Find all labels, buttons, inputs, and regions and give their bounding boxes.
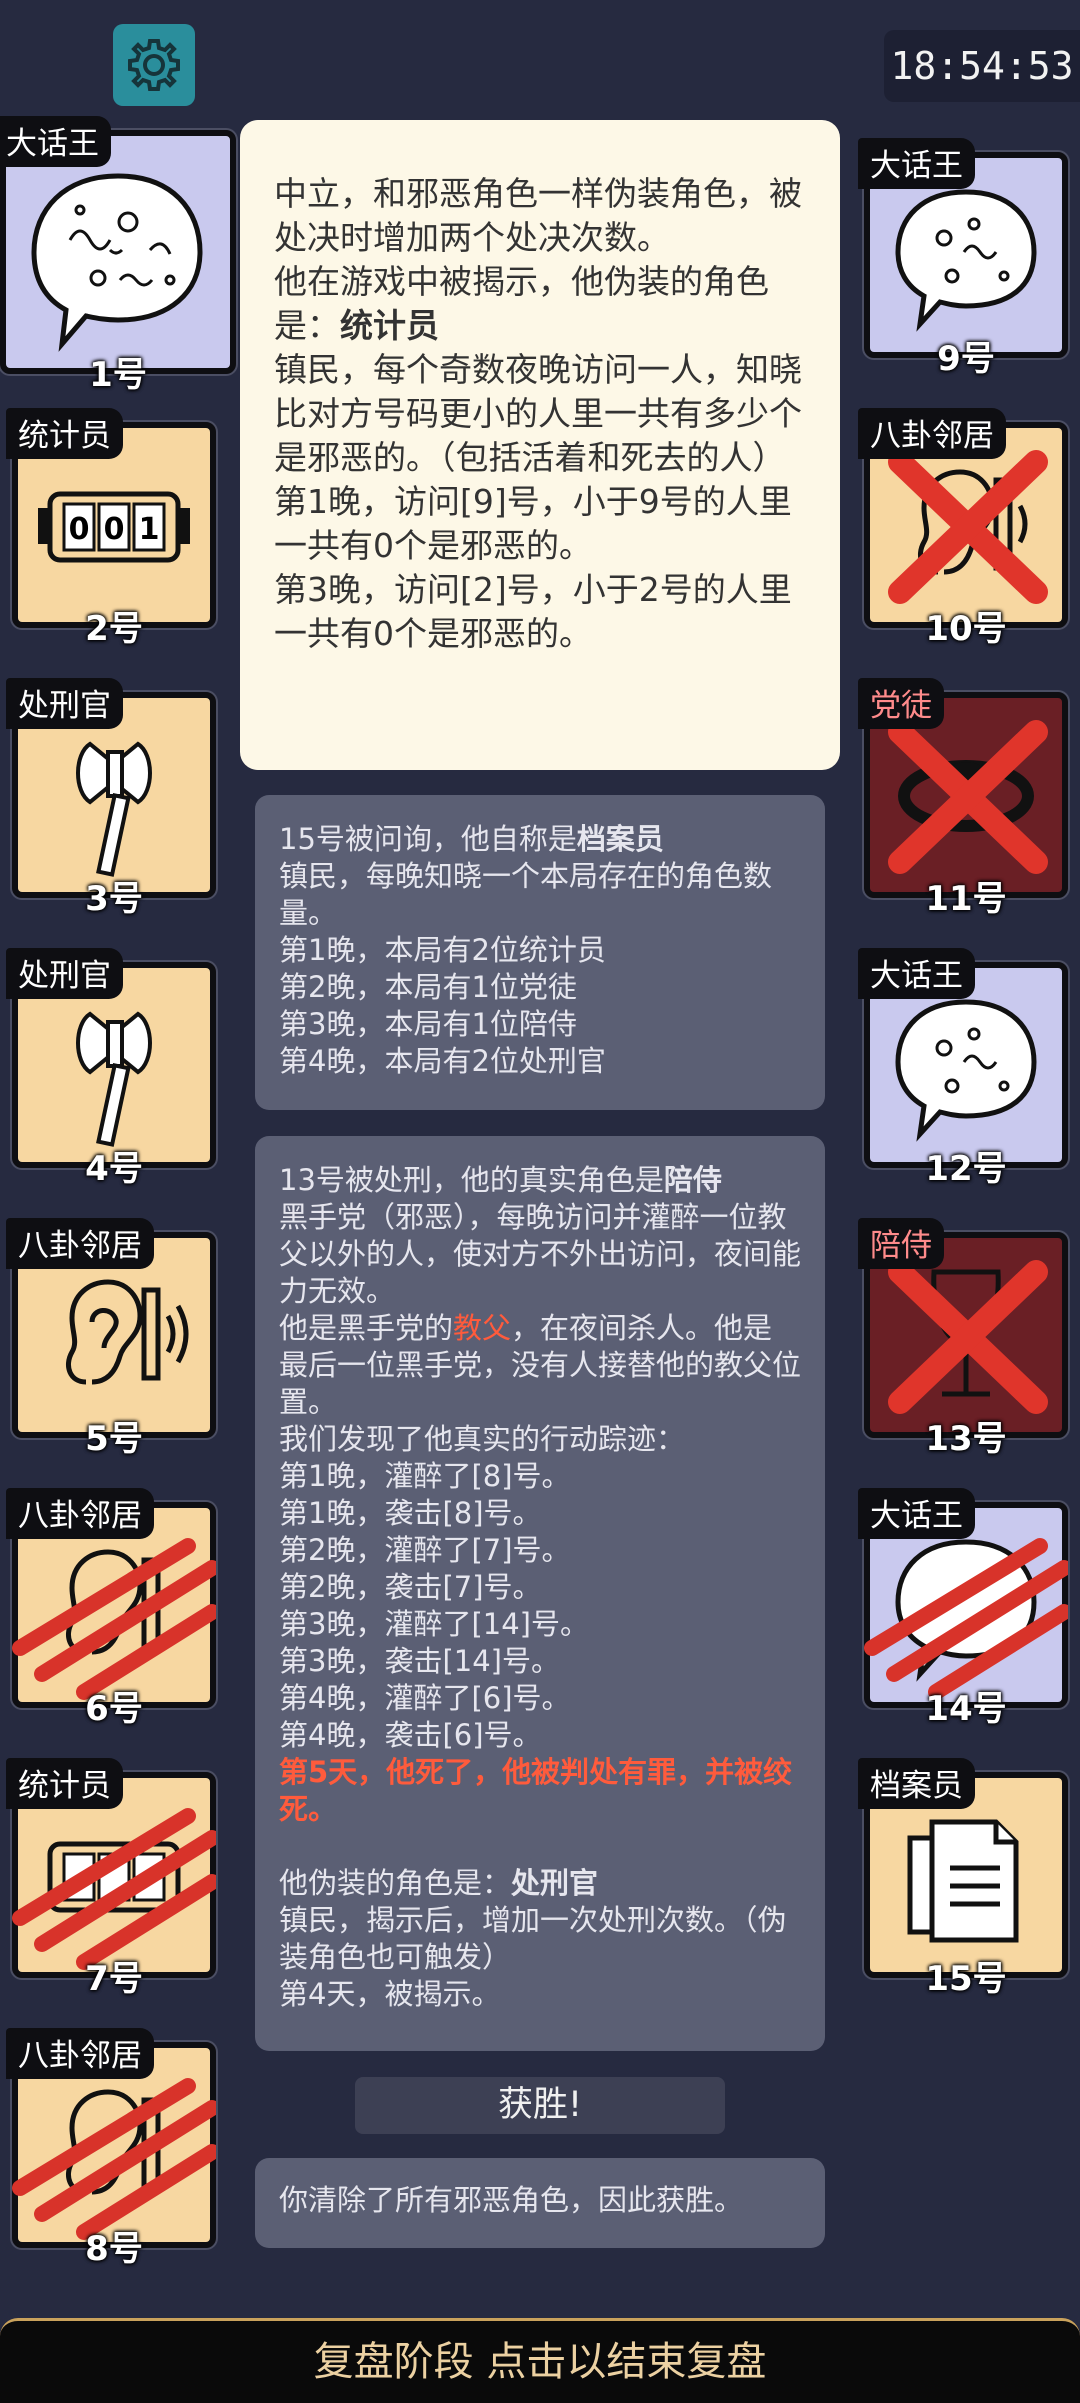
player-card-13[interactable]: 陪侍 13号 xyxy=(858,1218,1068,1459)
player-card-15[interactable]: 档案员 15号 xyxy=(858,1758,1068,1999)
player-number: 9号 xyxy=(937,339,995,379)
game-clock: 18:54:53 xyxy=(884,30,1080,102)
log-text: 15号被问询，他自称是 xyxy=(279,822,577,856)
death-line: 第5天，他死了，他被判处有罪，并被绞死。 xyxy=(279,1755,793,1826)
execution-log: 13号被处刑，他的真实角色是陪侍 黑手党（邪恶），每晚访问并灌醉一位教父以外的人… xyxy=(255,1136,825,2051)
role-tag: 处刑官 xyxy=(6,678,123,729)
log-line: 第3晚，本局有1位陪侍 xyxy=(279,1007,577,1041)
victory-message: 你清除了所有邪恶角色，因此获胜。 xyxy=(255,2158,825,2248)
victory-banner: 获胜! xyxy=(355,2077,725,2134)
player-number: 2号 xyxy=(85,609,143,649)
log-line: 第2晚，本局有1位党徒 xyxy=(279,970,577,1004)
log-heading: 15号被问询，他自称是档案员 xyxy=(279,821,801,858)
player-number: 15号 xyxy=(925,1959,1007,1999)
svg-text:0: 0 xyxy=(69,512,90,547)
gear-icon xyxy=(128,39,180,91)
player-card-5[interactable]: 八卦邻居 5号 xyxy=(6,1218,216,1459)
player-card-3[interactable]: 处刑官 3号 xyxy=(6,678,216,919)
log-desc: 镇民，揭示后，增加一次处刑次数。（伪装角色也可触发） xyxy=(279,1903,787,1974)
log-line: 第1晚，本局有2位统计员 xyxy=(279,933,606,967)
player-card-1[interactable]: 大话王 1号 xyxy=(0,116,236,395)
player-card-2[interactable]: 0 0 1 统计员 2号 xyxy=(6,408,216,649)
boss-role: 教父 xyxy=(453,1311,512,1345)
player-card-14[interactable]: 大话王 14号 xyxy=(858,1488,1068,1729)
panel-line: 第1晚，访问[9]号，小于9号的人里一共有0个是邪恶的。 xyxy=(274,482,792,565)
player-number: 7号 xyxy=(85,1959,143,1999)
role-info-panel: 中立，和邪恶角色一样伪装角色，被处决时增加两个处决次数。 他在游戏中被揭示，他伪… xyxy=(240,120,840,770)
log-text: 他伪装的角色是： xyxy=(279,1866,512,1900)
svg-text:0: 0 xyxy=(104,512,125,547)
log-line: 他是黑手党的教父，在夜间杀人。他是最后一位黑手党，没有人接替他的教父位置。 xyxy=(279,1310,801,1421)
player-number: 5号 xyxy=(85,1419,143,1459)
player-number: 13号 xyxy=(925,1419,1007,1459)
log-line: 第4晚，本局有2位处刑官 xyxy=(279,1044,606,1078)
panel-line: 中立，和邪恶角色一样伪装角色，被处决时增加两个处决次数。 xyxy=(274,174,802,257)
player-card-10[interactable]: 八卦邻居 10号 xyxy=(858,408,1068,649)
player-number: 11号 xyxy=(925,879,1007,919)
player-number: 8号 xyxy=(85,2229,143,2269)
victory-text: 你清除了所有邪恶角色，因此获胜。 xyxy=(279,2183,744,2217)
log-heading: 13号被处刑，他的真实角色是陪侍 xyxy=(279,1162,801,1199)
role-tag: 八卦邻居 xyxy=(6,2028,154,2079)
log-desc: 黑手党（邪恶），每晚访问并灌醉一位教父以外的人，使对方不外出访问，夜间能力无效。 xyxy=(279,1200,802,1308)
log-text: 他是黑手党的 xyxy=(279,1311,454,1345)
role-tag: 大话王 xyxy=(858,138,975,189)
panel-line: 镇民，每个奇数夜晚访问一人，知晓比对方号码更小的人里一共有多少个是邪恶的。（包括… xyxy=(274,350,802,477)
disguised-role: 统计员 xyxy=(340,306,439,345)
role-tag: 陪侍 xyxy=(858,1218,944,1269)
log-line: 第2晚，袭击[7]号。 xyxy=(279,1570,542,1604)
role-tag: 大话王 xyxy=(858,1488,975,1539)
log-line: 我们发现了他真实的行动踪迹： xyxy=(279,1422,686,1456)
log-line: 第2晚，灌醉了[7]号。 xyxy=(279,1533,571,1567)
role-tag: 处刑官 xyxy=(6,948,123,999)
player-number: 1号 xyxy=(89,355,147,395)
log-line: 第4天，被揭示。 xyxy=(279,1977,501,2011)
role-tag: 统计员 xyxy=(6,1758,123,1809)
player-card-7[interactable]: 统计员 7号 xyxy=(6,1758,216,1999)
player-number: 6号 xyxy=(85,1689,143,1729)
panel-line: 他在游戏中被揭示，他伪装的角色是：统计员 xyxy=(274,260,806,348)
player-card-12[interactable]: 大话王 12号 xyxy=(858,948,1068,1189)
player-card-8[interactable]: 八卦邻居 8号 xyxy=(6,2028,216,2269)
log-line: 第3晚，灌醉了[14]号。 xyxy=(279,1607,589,1641)
true-role: 陪侍 xyxy=(663,1163,722,1197)
player-number: 3号 xyxy=(85,879,143,919)
player-number: 10号 xyxy=(925,609,1007,649)
role-tag: 大话王 xyxy=(858,948,975,999)
log-desc: 镇民，每晚知晓一个本局存在的角色数量。 xyxy=(279,859,773,930)
role-tag: 统计员 xyxy=(6,408,123,459)
player-card-11[interactable]: 党徒 11号 xyxy=(858,678,1068,919)
log-line: 第1晚，灌醉了[8]号。 xyxy=(279,1459,571,1493)
log-line: 第4晚，灌醉了[6]号。 xyxy=(279,1681,571,1715)
panel-line: 第3晚，访问[2]号，小于2号的人里一共有0个是邪恶的。 xyxy=(274,570,792,653)
log-text: 13号被处刑，他的真实角色是 xyxy=(279,1163,664,1197)
player-number: 14号 xyxy=(925,1689,1007,1729)
log-line: 第1晚，袭击[8]号。 xyxy=(279,1496,542,1530)
player-card-6[interactable]: 八卦邻居 6号 xyxy=(6,1488,216,1729)
end-review-button[interactable]: 复盘阶段 点击以结束复盘 xyxy=(0,2318,1080,2403)
disguise-role: 处刑官 xyxy=(511,1866,599,1900)
player-number: 4号 xyxy=(85,1149,143,1189)
interrogation-log: 15号被问询，他自称是档案员 镇民，每晚知晓一个本局存在的角色数量。 第1晚，本… xyxy=(255,795,825,1110)
role-tag: 八卦邻居 xyxy=(6,1488,154,1539)
svg-text:1: 1 xyxy=(139,512,160,547)
claimed-role: 档案员 xyxy=(576,822,664,856)
role-tag: 党徒 xyxy=(858,678,944,729)
log-line: 他伪装的角色是：处刑官 xyxy=(279,1865,801,1902)
role-tag: 八卦邻居 xyxy=(858,408,1006,459)
player-number: 12号 xyxy=(925,1149,1007,1189)
role-tag: 档案员 xyxy=(858,1758,975,1809)
settings-button[interactable] xyxy=(113,24,195,106)
log-line: 第3晚，袭击[14]号。 xyxy=(279,1644,560,1678)
log-line: 第4晚，袭击[6]号。 xyxy=(279,1718,542,1752)
player-card-9[interactable]: 大话王 9号 xyxy=(858,138,1068,379)
player-card-4[interactable]: 处刑官 4号 xyxy=(6,948,216,1189)
role-tag: 八卦邻居 xyxy=(6,1218,154,1269)
role-tag: 大话王 xyxy=(0,116,111,167)
